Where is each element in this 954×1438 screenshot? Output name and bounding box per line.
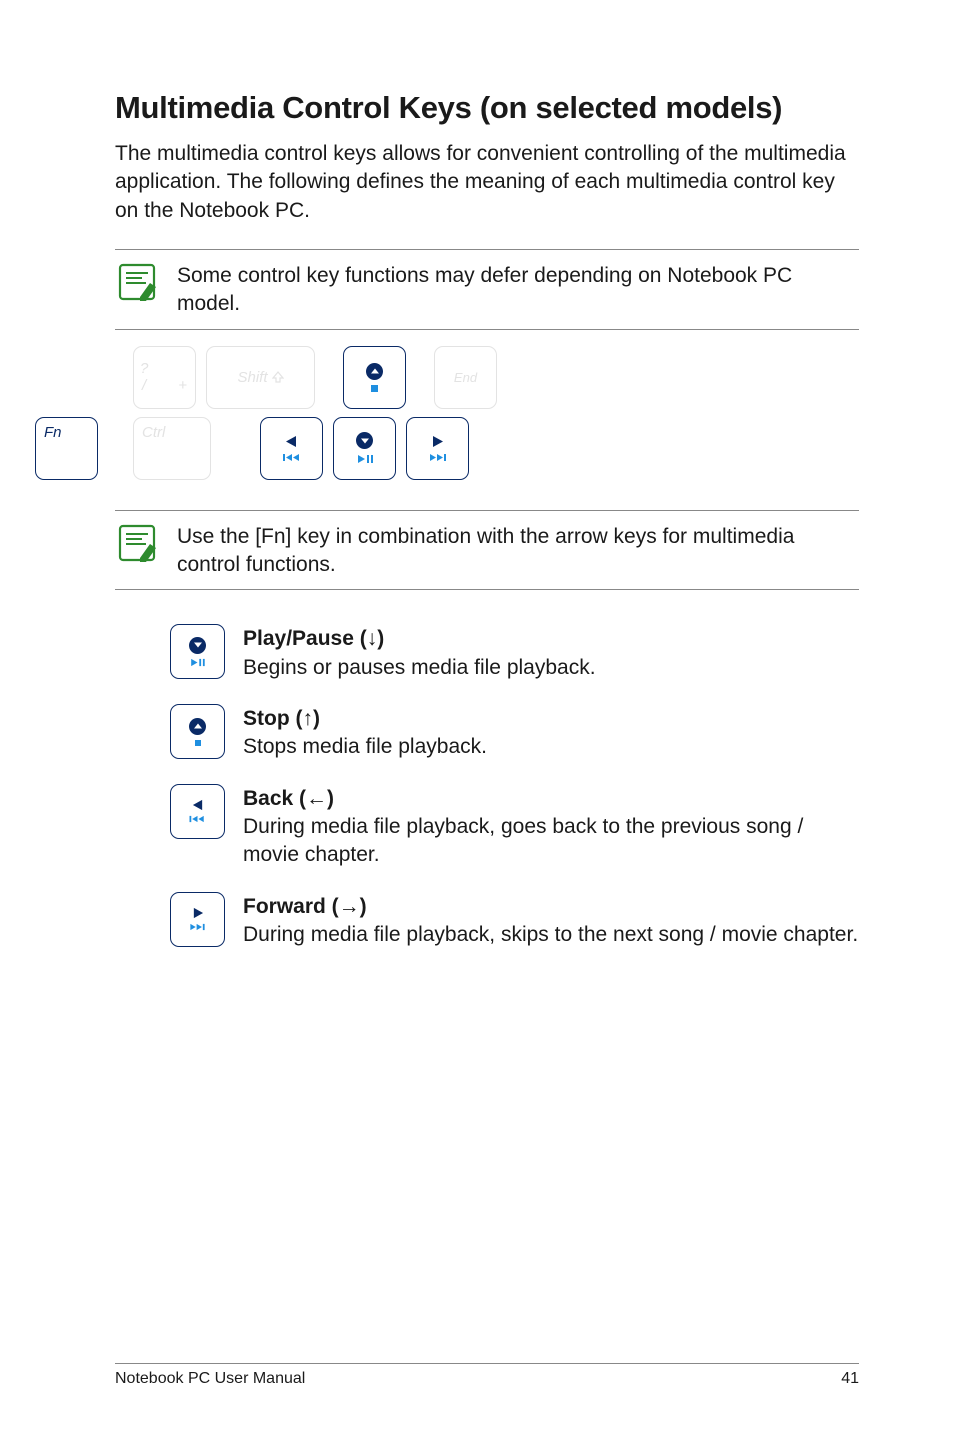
key-left-back bbox=[260, 417, 323, 480]
fn-title: Stop (↑) bbox=[243, 705, 487, 733]
page-footer: Notebook PC User Manual 41 bbox=[115, 1363, 859, 1388]
intro-paragraph: The multimedia control keys allows for c… bbox=[115, 140, 859, 225]
fn-item-play-pause: Play/Pause (↓) Begins or pauses media fi… bbox=[170, 624, 859, 682]
key-right-forward bbox=[406, 417, 469, 480]
key-ctrl: Ctrl bbox=[133, 417, 211, 480]
key-up-stop bbox=[343, 346, 406, 409]
fn-desc: Begins or pauses media file playback. bbox=[243, 654, 596, 682]
note-text-2: Use the [Fn] key in combination with the… bbox=[177, 521, 859, 580]
key-icon-forward bbox=[170, 892, 225, 947]
footer-page-number: 41 bbox=[841, 1370, 859, 1388]
fn-item-stop: Stop (↑) Stops media file playback. bbox=[170, 704, 859, 762]
key-shift: Shift bbox=[206, 346, 315, 409]
fn-item-back: Back (←) During media file playback, goe… bbox=[170, 784, 859, 870]
keyboard-diagram: ? /+ Shift End Fn Ctrl bbox=[35, 346, 859, 488]
note-block-1: Some control key functions may defer dep… bbox=[115, 249, 859, 330]
key-end: End bbox=[434, 346, 497, 409]
note-text-1: Some control key functions may defer dep… bbox=[177, 260, 859, 319]
page-heading: Multimedia Control Keys (on selected mod… bbox=[115, 90, 859, 126]
fn-desc: During media file playback, goes back to… bbox=[243, 813, 859, 870]
key-icon-play-pause bbox=[170, 624, 225, 679]
key-icon-back bbox=[170, 784, 225, 839]
fn-desc: Stops media file playback. bbox=[243, 733, 487, 761]
footer-title: Notebook PC User Manual bbox=[115, 1370, 305, 1388]
fn-title: Play/Pause (↓) bbox=[243, 625, 596, 653]
key-down-play bbox=[333, 417, 396, 480]
key-icon-stop bbox=[170, 704, 225, 759]
note-block-2: Use the [Fn] key in combination with the… bbox=[115, 510, 859, 591]
function-list: Play/Pause (↓) Begins or pauses media fi… bbox=[170, 624, 859, 971]
fn-title: Back (←) bbox=[243, 785, 859, 813]
note-icon bbox=[115, 260, 159, 304]
fn-desc: During media file playback, skips to the… bbox=[243, 921, 858, 949]
key-slash: ? /+ bbox=[133, 346, 196, 409]
key-fn: Fn bbox=[35, 417, 98, 480]
fn-item-forward: Forward (→) During media file playback, … bbox=[170, 892, 859, 950]
fn-title: Forward (→) bbox=[243, 893, 858, 921]
note-icon bbox=[115, 521, 159, 565]
